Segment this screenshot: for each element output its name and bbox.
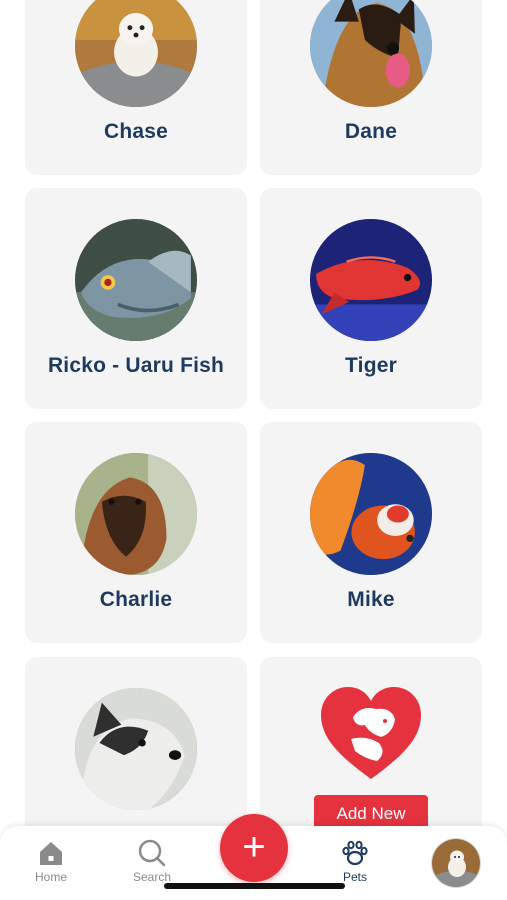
plus-icon: + xyxy=(242,825,266,869)
pet-photo xyxy=(75,0,197,107)
add-fab-button[interactable]: + xyxy=(220,814,288,882)
pet-photo xyxy=(310,219,432,341)
pet-photo xyxy=(75,219,197,341)
pet-name: Charlie xyxy=(99,588,173,611)
pet-photo xyxy=(310,0,432,107)
pet-name: Chase xyxy=(103,120,169,143)
pet-photo xyxy=(75,453,197,575)
tab-label: Home xyxy=(34,870,67,884)
avatar[interactable] xyxy=(431,838,481,888)
pet-card[interactable]: Mike xyxy=(260,422,482,643)
tab-pets[interactable]: Pets xyxy=(320,838,390,884)
pet-name: Ricko - Uaru Fish xyxy=(47,354,225,377)
tab-label: Pets xyxy=(342,870,367,884)
pet-photo xyxy=(75,688,197,810)
pet-name: Tiger xyxy=(345,354,397,377)
pet-name: Dane xyxy=(344,120,398,143)
pet-card[interactable]: Tiger xyxy=(260,188,482,409)
pet-photo xyxy=(310,453,432,575)
pet-grid: Chase Dane Ricko - Uaru Fish Tiger Charl… xyxy=(0,0,507,900)
search-icon xyxy=(138,839,166,867)
pet-card[interactable]: Chase xyxy=(25,0,247,175)
heart-pets-icon xyxy=(321,687,421,783)
pet-name: Mike xyxy=(347,588,395,611)
home-indicator xyxy=(164,883,345,889)
pet-card[interactable]: Dane xyxy=(260,0,482,175)
tab-search[interactable]: Search xyxy=(117,838,187,884)
pet-card[interactable]: Charlie xyxy=(25,422,247,643)
home-icon xyxy=(40,842,62,865)
pet-card[interactable]: Ricko - Uaru Fish xyxy=(25,188,247,409)
tab-home[interactable]: Home xyxy=(16,838,86,884)
paw-icon xyxy=(342,840,368,866)
tab-label: Search xyxy=(132,870,172,884)
